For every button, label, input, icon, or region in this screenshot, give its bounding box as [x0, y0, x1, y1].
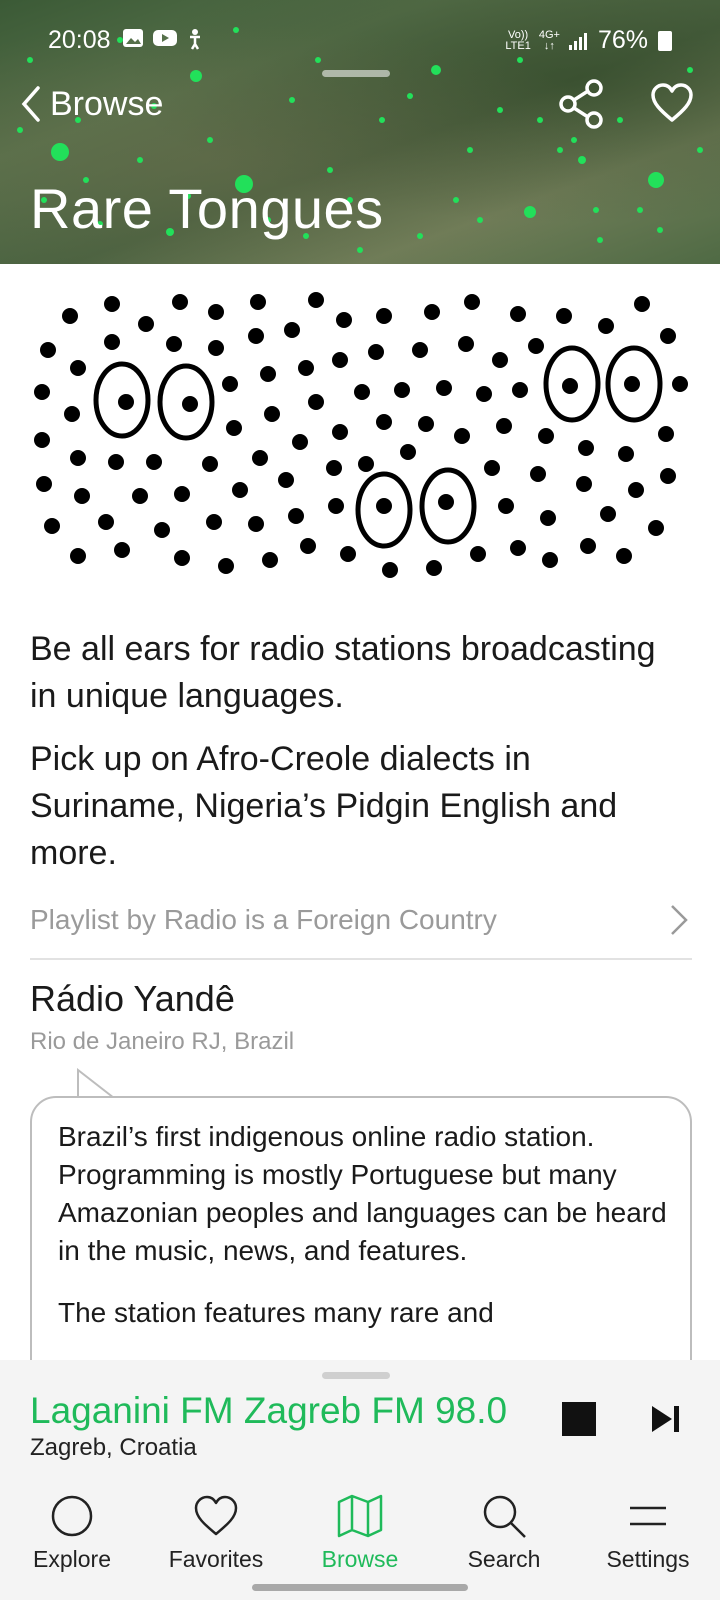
nav-favorites[interactable]: Favorites [146, 1492, 286, 1573]
heart-icon [194, 1495, 238, 1536]
station-name[interactable]: Rádio Yandê [30, 978, 235, 1020]
favorite-playlist-button[interactable] [650, 82, 694, 126]
map-icon [337, 1494, 383, 1538]
now-playing-title: Laganini FM Zagreb FM 98.0 [30, 1390, 508, 1431]
now-playing-bar[interactable]: Laganini FM Zagreb FM 98.0 Zagreb, Croat… [0, 1360, 720, 1472]
station-description-paragraph-2: The station features many rare and [58, 1297, 494, 1328]
station-location: Rio de Janeiro RJ, Brazil [30, 1028, 295, 1055]
status-bar: 20:08 Vo)) LTE1 4G+ ↓↑ 76% [0, 22, 720, 62]
playlist-description: Be all ears for radio stations broadcast… [30, 630, 656, 715]
volte-indicator: Vo)) LTE1 [505, 28, 531, 52]
now-playing-location: Zagreb, Croatia [30, 1434, 197, 1461]
back-button[interactable]: Browse [18, 82, 163, 126]
nav-explore[interactable]: Explore [2, 1492, 142, 1573]
header-banner: 20:08 Vo)) LTE1 4G+ ↓↑ 76% Browse Rare T… [0, 0, 720, 264]
notification-icons [122, 28, 204, 50]
battery-percent: 76% [597, 26, 648, 54]
playlist-curator-label: Playlist by Radio is a Foreign Country [30, 904, 497, 935]
nav-favorites-label: Favorites [168, 1546, 264, 1572]
home-indicator[interactable] [252, 1584, 468, 1591]
bottom-navigation: Explore Favorites Browse Search Settings [0, 1472, 720, 1600]
sheet-drag-handle[interactable] [322, 70, 390, 77]
youtube-icon [153, 30, 177, 46]
accessibility-icon [190, 29, 200, 50]
status-time: 20:08 [48, 26, 111, 54]
playlist-description-detail: Pick up on Afro-Creole dialects in Surin… [30, 740, 618, 872]
player-drag-handle[interactable] [322, 1372, 390, 1379]
nav-browse[interactable]: Browse [290, 1492, 430, 1573]
explore-icon [51, 1495, 93, 1537]
status-right-cluster: Vo)) LTE1 4G+ ↓↑ 76% [505, 26, 672, 55]
chevron-right-icon [671, 905, 688, 935]
battery-icon [658, 30, 672, 51]
nav-settings-label: Settings [606, 1546, 690, 1572]
search-icon [483, 1495, 526, 1538]
chevron-left-icon [21, 86, 40, 122]
share-button[interactable] [556, 78, 608, 130]
nav-browse-label: Browse [321, 1546, 399, 1572]
page-title: Rare Tongues [30, 177, 384, 240]
station-description-paragraph: Brazil’s first indigenous online radio s… [58, 1121, 667, 1266]
nav-explore-label: Explore [33, 1546, 111, 1572]
menu-icon [630, 1506, 666, 1526]
stop-button[interactable] [562, 1402, 596, 1436]
playlist-artwork [34, 292, 688, 578]
back-label: Browse [50, 84, 164, 123]
heart-icon [651, 83, 693, 122]
nav-search-label: Search [467, 1546, 541, 1572]
signal-icon [568, 32, 587, 50]
nav-search[interactable]: Search [434, 1492, 574, 1573]
divider [30, 958, 692, 960]
nav-settings[interactable]: Settings [578, 1492, 718, 1573]
skip-next-icon[interactable] [650, 1404, 682, 1434]
gallery-icon [123, 29, 143, 47]
playlist-curator-link[interactable]: Playlist by Radio is a Foreign Country [30, 898, 690, 942]
network-type-indicator: 4G+ ↓↑ [538, 28, 560, 52]
share-icon [559, 79, 603, 129]
